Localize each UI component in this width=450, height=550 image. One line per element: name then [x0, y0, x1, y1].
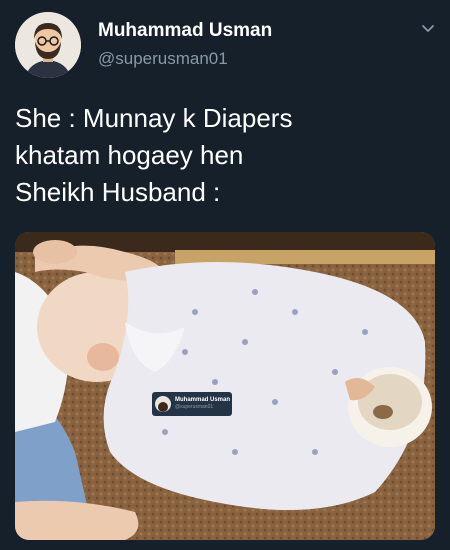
- watermark-avatar-icon: [155, 396, 171, 412]
- watermark-handle: @superusman01: [175, 404, 214, 410]
- tweet-text-line: khatam hogaey hen: [15, 140, 244, 170]
- tweet-text-line: Sheikh Husband :: [15, 177, 221, 207]
- watermark-badge: Muhammad Usman @superusman01: [152, 392, 232, 416]
- avatar-cartoon-icon: [15, 12, 81, 78]
- author-handle[interactable]: @superusman01: [98, 49, 228, 69]
- chevron-down-icon: [422, 25, 434, 32]
- tweet-menu-button[interactable]: [420, 20, 436, 36]
- watermark-name: Muhammad Usman: [175, 397, 231, 403]
- baby-photo-image: [15, 232, 435, 540]
- tweet-card: Muhammad Usman @superusman01 She : Munna…: [0, 0, 450, 550]
- author-name[interactable]: Muhammad Usman: [98, 20, 272, 42]
- tweet-text-line: She : Munnay k Diapers: [15, 103, 293, 133]
- tweet-text: She : Munnay k Diapers khatam hogaey hen…: [15, 100, 435, 211]
- author-avatar[interactable]: [15, 12, 81, 78]
- tweet-media-photo[interactable]: Muhammad Usman @superusman01: [15, 232, 435, 540]
